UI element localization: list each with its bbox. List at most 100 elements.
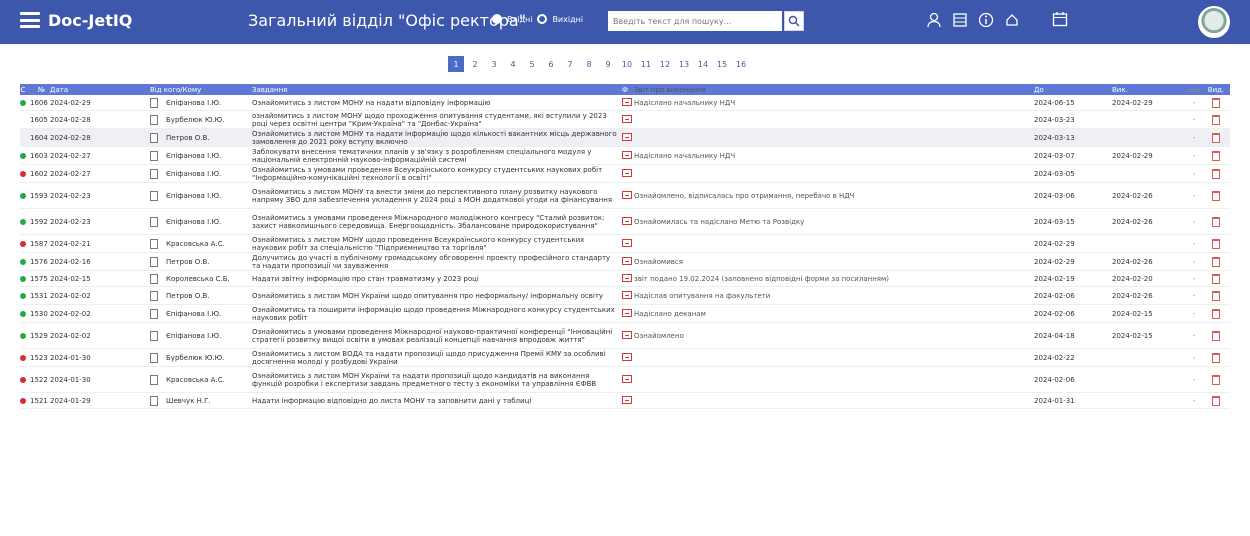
pdf-file-icon[interactable]	[622, 395, 632, 404]
table-row[interactable]: 1522 2024-01-30 Красовська А.С. Ознайомитис…	[20, 367, 1230, 393]
trash-icon[interactable]	[1212, 114, 1220, 125]
table-row[interactable]: 1523 2024-01-30 Бурбелюк Ю.Ю. Ознайомитись …	[20, 349, 1230, 367]
trash-icon[interactable]	[1212, 374, 1220, 385]
pdf-file-icon[interactable]	[622, 352, 632, 361]
task-text[interactable]: Ознайомитись та поширити інформацію щодо…	[252, 306, 622, 322]
task-text[interactable]: Ознайомитись з листом МОН України та над…	[252, 372, 622, 388]
header-due[interactable]: До	[1034, 86, 1112, 94]
pdf-file-icon[interactable]	[622, 308, 632, 317]
table-row[interactable]: 1587 2024-02-21 Красовська А.С. Ознайомитис…	[20, 235, 1230, 253]
trash-icon[interactable]	[1212, 290, 1220, 301]
page-11[interactable]: 11	[638, 56, 654, 72]
page-2[interactable]: 2	[467, 56, 483, 72]
task-text[interactable]: Ознайомитись з листом МОНУ та внести змі…	[252, 188, 622, 204]
table-row[interactable]: 1531 2024-02-02 Петров О.В. Ознайомитись з …	[20, 287, 1230, 305]
more-cell[interactable]: -	[1186, 376, 1206, 384]
page-1[interactable]: 1	[448, 56, 464, 72]
more-cell[interactable]: -	[1186, 275, 1206, 283]
page-16[interactable]: 16	[733, 56, 749, 72]
table-row[interactable]: 1593 2024-02-23 Єпіфанова І.Ю. Ознайомитись…	[20, 183, 1230, 209]
calendar-icon[interactable]	[1052, 11, 1068, 31]
table-row[interactable]: 1576 2024-02-16 Петров О.В. Долучитись до у…	[20, 253, 1230, 271]
document-icon[interactable]	[150, 273, 158, 284]
pdf-file-icon[interactable]	[622, 150, 632, 159]
pdf-file-icon[interactable]	[622, 97, 632, 106]
header-no[interactable]: №	[30, 86, 50, 94]
pdf-file-icon[interactable]	[622, 256, 632, 265]
more-cell[interactable]: -	[1186, 258, 1206, 266]
table-row[interactable]: 1575 2024-02-15 Королевська С.Б. Надати зві…	[20, 271, 1230, 287]
table-row[interactable]: 1529 2024-02-02 Єпіфанова І.Ю. Ознайомитись…	[20, 323, 1230, 349]
header-file[interactable]: Ф	[622, 86, 634, 94]
trash-icon[interactable]	[1212, 150, 1220, 161]
page-3[interactable]: 3	[486, 56, 502, 72]
document-icon[interactable]	[150, 150, 158, 161]
task-text[interactable]: Ознайомитись з листом МОНУ щодо проведен…	[252, 236, 622, 252]
document-icon[interactable]	[150, 256, 158, 267]
task-text[interactable]: Ознайомитись з листом МОН України щодо о…	[252, 292, 622, 300]
task-text[interactable]: Ознайомитись з листом ВОДА та надати про…	[252, 350, 622, 366]
trash-icon[interactable]	[1212, 330, 1220, 341]
document-icon[interactable]	[150, 308, 158, 319]
task-text[interactable]: Ознайомитись з листом МОНУ на надати від…	[252, 99, 622, 107]
document-icon[interactable]	[150, 290, 158, 301]
page-10[interactable]: 10	[619, 56, 635, 72]
task-text[interactable]: Надати звітну інформацію про стан травма…	[252, 275, 622, 283]
pdf-file-icon[interactable]	[622, 273, 632, 282]
table-row[interactable]: 1602 2024-02-27 Єпіфанова І.Ю. Ознайомитись…	[20, 165, 1230, 183]
document-icon[interactable]	[150, 114, 158, 125]
radio-out[interactable]	[537, 14, 548, 24]
trash-icon[interactable]	[1212, 238, 1220, 249]
trash-icon[interactable]	[1212, 395, 1220, 406]
pdf-file-icon[interactable]	[622, 330, 632, 339]
document-icon[interactable]	[150, 238, 158, 249]
document-icon[interactable]	[150, 132, 158, 143]
pdf-file-icon[interactable]	[622, 216, 632, 225]
more-cell[interactable]: -	[1186, 170, 1206, 178]
document-icon[interactable]	[150, 395, 158, 406]
trash-icon[interactable]	[1212, 216, 1220, 227]
more-cell[interactable]: -	[1186, 310, 1206, 318]
document-icon[interactable]	[150, 352, 158, 363]
more-cell[interactable]: -	[1186, 116, 1206, 124]
more-cell[interactable]: -	[1186, 240, 1206, 248]
trash-icon[interactable]	[1212, 256, 1220, 267]
more-cell[interactable]: -	[1186, 354, 1206, 362]
list-icon[interactable]	[952, 12, 968, 28]
document-icon[interactable]	[150, 190, 158, 201]
app-title[interactable]: Doc-JetIQ	[48, 11, 132, 30]
table-row[interactable]: 1592 2024-02-23 Єпіфанова І.Ю. Ознайомитись…	[20, 209, 1230, 235]
pdf-file-icon[interactable]	[622, 290, 632, 299]
task-text[interactable]: Ознайомитись з умовами проведення Міжнар…	[252, 214, 622, 230]
page-5[interactable]: 5	[524, 56, 540, 72]
document-icon[interactable]	[150, 97, 158, 108]
document-icon[interactable]	[150, 374, 158, 385]
pdf-file-icon[interactable]	[622, 374, 632, 383]
task-text[interactable]: Заблокувати внесення тематичних планів у…	[252, 148, 622, 164]
pdf-file-icon[interactable]	[622, 132, 632, 141]
table-row[interactable]: 1606 2024-02-29 Єпіфанова І.Ю. Ознайомитись…	[20, 95, 1230, 111]
more-cell[interactable]: -	[1186, 134, 1206, 142]
table-row[interactable]: 1530 2024-02-02 Єпіфанова І.Ю. Ознайомитись…	[20, 305, 1230, 323]
pdf-file-icon[interactable]	[622, 114, 632, 123]
header-report[interactable]: Звіт про виконання	[634, 86, 1034, 94]
more-cell[interactable]: -	[1186, 218, 1206, 226]
search-input[interactable]: Введіть текст для пошуку...	[608, 11, 782, 31]
more-cell[interactable]: -	[1186, 332, 1206, 340]
document-icon[interactable]	[150, 216, 158, 227]
more-cell[interactable]: -	[1186, 192, 1206, 200]
info-icon[interactable]	[978, 12, 994, 28]
page-4[interactable]: 4	[505, 56, 521, 72]
task-text[interactable]: Надати інформацію відповідно до листа МО…	[252, 397, 622, 405]
page-9[interactable]: 9	[600, 56, 616, 72]
header-status[interactable]: С	[20, 86, 30, 94]
table-row[interactable]: 1605 2024-02-28 Бурбелюк Ю.Ю. ознайомитись …	[20, 111, 1230, 129]
document-icon[interactable]	[150, 330, 158, 341]
trash-icon[interactable]	[1212, 132, 1220, 143]
header-more[interactable]: Ще	[1186, 86, 1206, 94]
more-cell[interactable]: -	[1186, 152, 1206, 160]
trash-icon[interactable]	[1212, 168, 1220, 179]
document-icon[interactable]	[150, 168, 158, 179]
header-task[interactable]: Завдання	[252, 86, 622, 94]
radio-in[interactable]	[492, 14, 502, 24]
